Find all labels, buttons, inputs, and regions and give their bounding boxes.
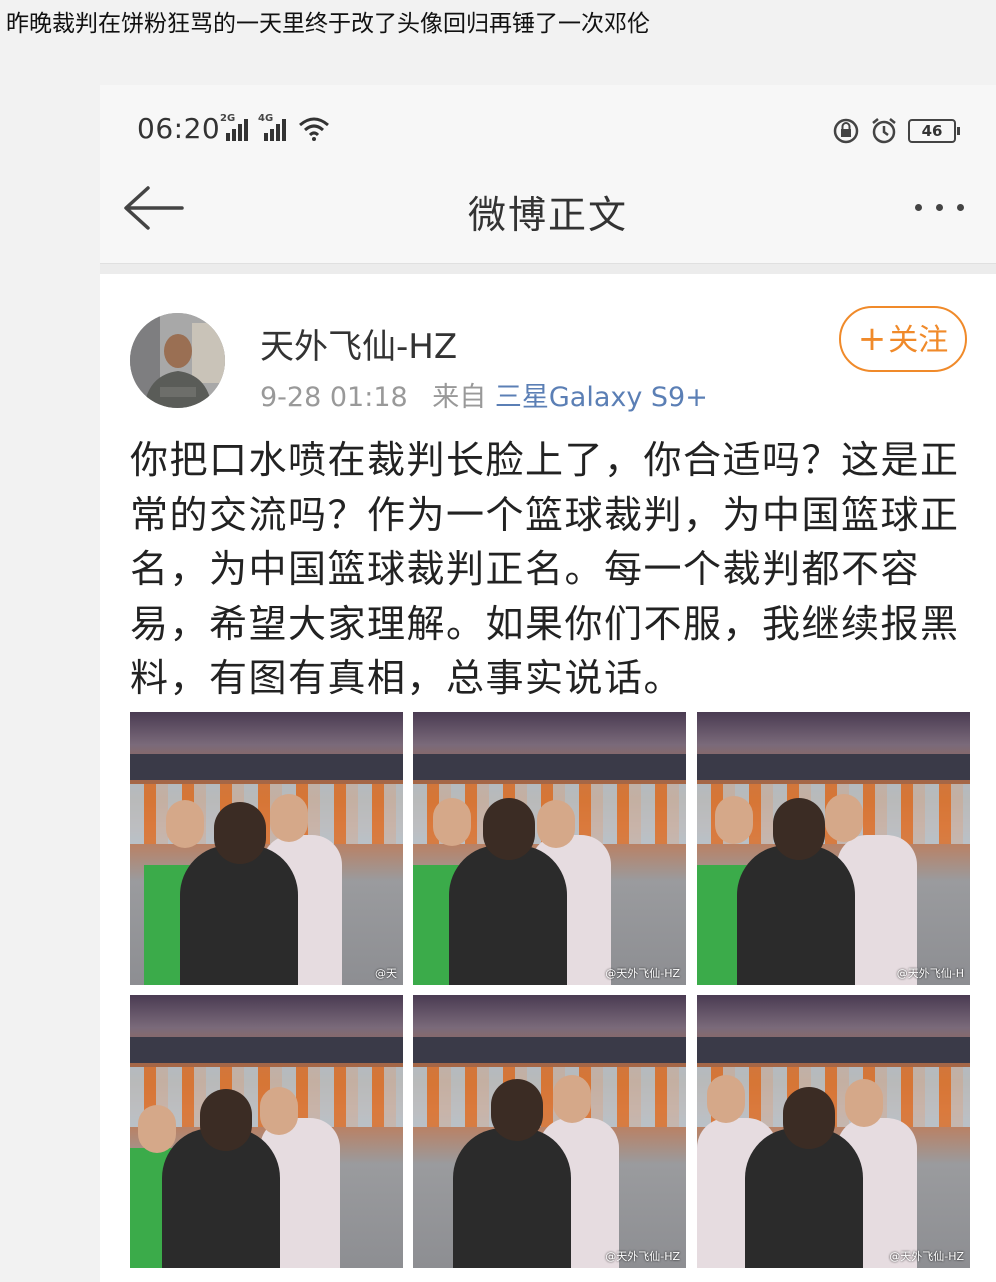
username[interactable]: 天外飞仙-HZ [260,319,457,368]
follow-button[interactable]: +关注 [839,306,967,372]
post-photo[interactable]: @天外飞仙-H [697,712,970,985]
lock-rotation-icon [833,118,859,144]
avatar[interactable] [130,313,225,408]
sim2-label: 4G [258,113,274,124]
follow-label: 关注 [888,323,949,358]
signal-icon: 2G [220,113,252,141]
plus-icon: + [857,319,887,359]
wifi-icon [299,117,329,141]
post-text: 你把口水喷在裁判长脸上了，你合适吗？这是正常的交流吗？作为一个篮球裁判，为中国篮… [130,438,960,700]
signal-icon: 4G [258,113,290,141]
divider [100,263,996,274]
battery-icon: 46 [908,119,960,143]
nav-bar: 微博正文 [100,180,996,263]
post-meta: 9-28 01:18 来自 三星Galaxy S9+ [260,375,708,414]
page-caption: 昨晚裁判在饼粉狂骂的一天里终于改了头像回归再锤了一次邓伦 [6,11,650,37]
alarm-icon [872,118,896,144]
post-photo[interactable]: @天外飞仙-HZ [413,995,686,1268]
photo-grid: @天 @天外飞仙-HZ @天外飞仙-H @天外飞仙-HZ @天外飞仙-HZ [130,712,970,1268]
sim1-label: 2G [220,113,236,124]
photo-watermark: @天外飞仙-H [896,967,964,980]
post-photo[interactable]: @天外飞仙-HZ [413,712,686,985]
post-photo[interactable] [130,995,403,1268]
photo-watermark: @天外飞仙-HZ [605,1250,680,1263]
source-prefix: 来自 [432,382,487,413]
more-dots-icon[interactable] [908,196,978,216]
phone-screenshot: 06:20 2G 4G 46 微博正文 天外飞仙-HZ 9-28 01:18 来… [100,85,996,1282]
post-photo[interactable]: @天外飞仙-HZ [697,995,970,1268]
post-source[interactable]: 三星Galaxy S9+ [495,382,708,413]
post-photo[interactable]: @天 [130,712,403,985]
photo-watermark: @天外飞仙-HZ [605,967,680,980]
post-date: 9-28 01:18 [260,382,408,413]
status-time: 06:20 [137,112,221,145]
page-title: 微博正文 [467,193,628,237]
photo-watermark: @天 [375,967,397,980]
photo-watermark: @天外飞仙-HZ [889,1250,964,1263]
status-bar: 06:20 2G 4G 46 [100,85,996,180]
